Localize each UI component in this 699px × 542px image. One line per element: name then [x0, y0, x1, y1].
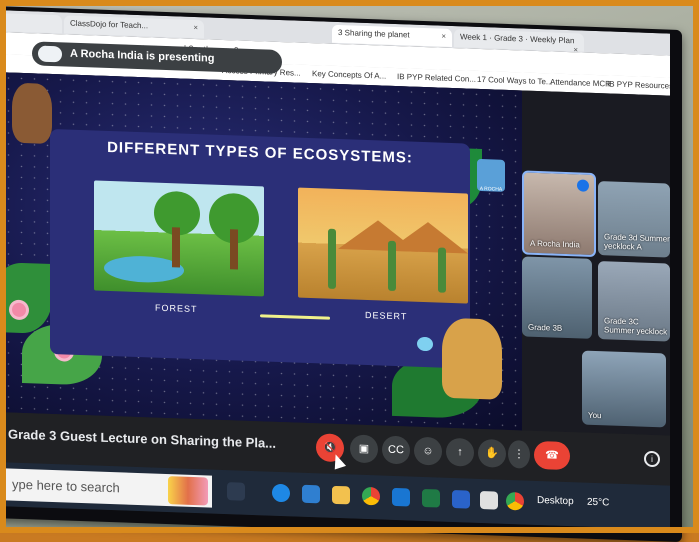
butterfly-illustration [417, 336, 433, 352]
mouse-cursor-icon [329, 452, 347, 470]
participant-tile[interactable]: Grade 3d Summer yecklock A [598, 181, 670, 258]
excel-icon[interactable] [422, 488, 440, 508]
cheetah-illustration [442, 317, 502, 400]
highlight-line [260, 314, 330, 320]
emoji-button[interactable]: ☺ [414, 436, 442, 466]
raise-hand-button[interactable]: ✋ [478, 438, 506, 468]
mic-off-icon: 🔇 [323, 441, 337, 454]
screen: ClassDojo for Teach... × 3 Sharing the pl… [2, 10, 670, 530]
bookmark[interactable]: Attendance MCR [550, 77, 611, 88]
bookmark[interactable]: IB PYP Related Con... [397, 72, 476, 84]
hangup-icon: ☎ [545, 449, 559, 462]
mail-icon[interactable] [392, 487, 410, 507]
file-explorer-icon[interactable] [332, 485, 350, 505]
desktop-label[interactable]: Desktop [537, 495, 574, 507]
present-icon: ↑ [457, 446, 463, 459]
captions-icon: CC [388, 443, 404, 457]
tab-label: Week 1 · Grade 3 · Weekly Plan [460, 32, 575, 46]
edge-icon[interactable] [272, 483, 290, 503]
captions-button[interactable]: CC [382, 435, 410, 465]
chrome-icon[interactable] [362, 486, 380, 506]
cactus-shape [388, 240, 396, 292]
desert-label: DESERT [365, 309, 408, 322]
emoji-icon: ☺ [422, 444, 434, 458]
task-view-icon[interactable] [227, 482, 245, 501]
more-icon: ⋮ [513, 448, 525, 461]
weather-temperature[interactable]: 25°C [587, 497, 609, 509]
flower-decoration [12, 302, 26, 318]
calendar-icon[interactable] [480, 490, 498, 510]
participant-tile[interactable]: Grade 3B [522, 256, 592, 339]
participant-name: You [588, 410, 602, 421]
cactus-shape [438, 247, 446, 293]
bookmark[interactable]: 17 Cool Ways to Te... [477, 75, 553, 87]
a-rocha-logo: A ROCHA [477, 158, 505, 193]
monitor: ClassDojo for Teach... × 3 Sharing the pl… [0, 6, 682, 542]
forest-illustration [94, 180, 264, 297]
speaking-indicator-icon [577, 179, 589, 192]
desert-illustration [298, 187, 468, 304]
meeting-title: Grade 3 Guest Lecture on Sharing the Pla… [8, 426, 277, 451]
zoom-icon[interactable] [452, 489, 470, 509]
close-icon[interactable]: × [573, 45, 578, 51]
participant-tile[interactable]: Grade 3C Summer yecklock [598, 261, 670, 342]
self-view-tile[interactable]: You [582, 350, 666, 428]
meet-stage: DIFFERENT TYPES OF ECOSYSTEMS: FOREST DE… [2, 72, 670, 436]
tab-label: 3 Sharing the planet [338, 28, 410, 40]
taskbar-search-box[interactable]: ype here to search [2, 468, 212, 508]
tree-trunk [230, 229, 238, 270]
participant-name: Grade 3C Summer yecklock [604, 316, 668, 337]
cactus-shape [328, 228, 336, 289]
participant-name: Grade 3B [528, 322, 563, 333]
leave-call-button[interactable]: ☎ [534, 440, 570, 471]
present-button[interactable]: ↑ [446, 437, 474, 467]
chrome-icon[interactable] [506, 491, 524, 511]
participant-name: A Rocha India [530, 238, 580, 250]
presenting-text: A Rocha India is presenting [70, 47, 215, 65]
info-icon[interactable]: i [644, 450, 660, 468]
mountain-shape [388, 220, 468, 254]
participant-name: Grade 3d Summer yecklock A [604, 232, 670, 252]
tab-label: ClassDojo for Teach... [70, 18, 149, 31]
tree-trunk [172, 227, 180, 268]
more-options-button[interactable]: ⋮ [508, 439, 530, 469]
forest-label: FOREST [155, 302, 198, 315]
search-placeholder: ype here to search [12, 476, 120, 496]
logo-text: A ROCHA [479, 185, 503, 193]
camera-toggle-button[interactable]: ▣ [350, 434, 378, 464]
close-icon[interactable]: × [193, 23, 198, 32]
monkey-illustration [12, 82, 52, 145]
search-highlight-art [168, 476, 208, 506]
camera-icon: ▣ [358, 442, 370, 456]
participant-tile[interactable]: A Rocha India [522, 170, 596, 258]
presentation-slide: DIFFERENT TYPES OF ECOSYSTEMS: FOREST DE… [2, 72, 522, 431]
presenter-logo-icon [38, 45, 62, 63]
close-icon[interactable]: × [441, 32, 446, 41]
app-icon[interactable] [302, 484, 320, 504]
slide-content-panel: DIFFERENT TYPES OF ECOSYSTEMS: FOREST DE… [50, 128, 470, 369]
raise-hand-icon: ✋ [485, 447, 499, 460]
bookmark[interactable]: Key Concepts Of A... [312, 69, 386, 81]
bookmark[interactable]: IB PYP Resources [607, 79, 670, 90]
browser-tab[interactable] [2, 13, 62, 34]
slide-title: DIFFERENT TYPES OF ECOSYSTEMS: [107, 138, 413, 167]
